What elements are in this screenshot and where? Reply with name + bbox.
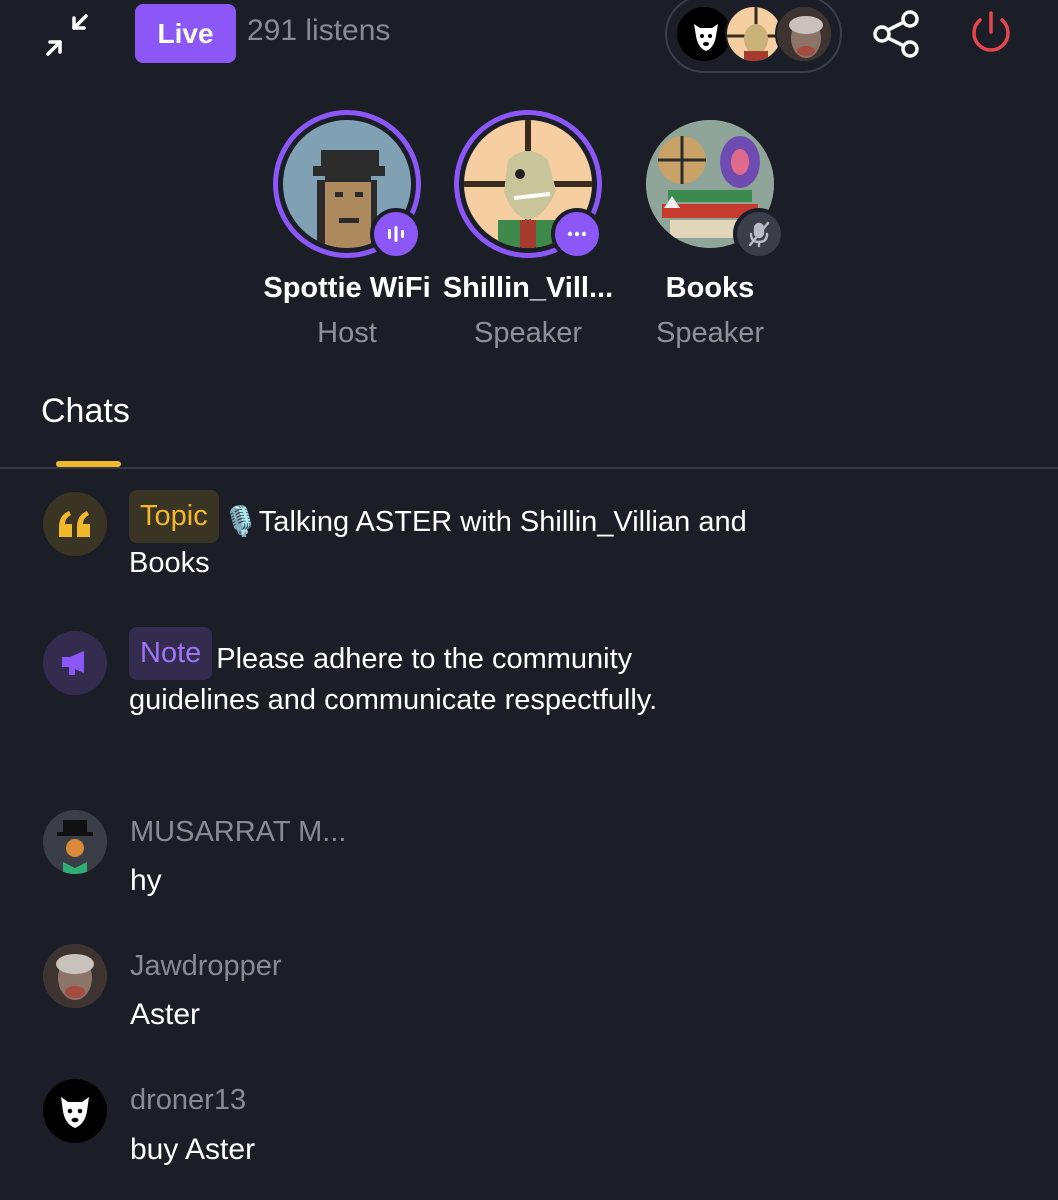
message-username[interactable]: droner13 — [130, 1084, 246, 1117]
more-icon — [567, 231, 587, 237]
message-username[interactable]: MUSARRAT M... — [130, 816, 346, 849]
speaker-books[interactable]: Books Speaker — [615, 110, 805, 360]
topic-message: Topic 🎙️Talking ASTER with Shillin_Villia… — [129, 490, 749, 584]
minimize-icon — [46, 14, 88, 56]
speaking-indicator — [370, 208, 422, 260]
speaker-spottie-wifi[interactable]: Spottie WiFi Host — [252, 110, 442, 360]
listener-avatar-stack[interactable] — [665, 0, 842, 73]
speaker-role: Host — [317, 317, 377, 349]
power-icon — [972, 11, 1010, 52]
avatar[interactable] — [43, 1079, 107, 1143]
message-text: hy — [130, 864, 162, 897]
leave-button[interactable] — [966, 8, 1016, 60]
speaker-name: Books — [665, 272, 755, 304]
message-text: Aster — [130, 998, 201, 1031]
speaker-name: Spottie WiFi — [263, 272, 431, 304]
speaker-name: Shillin_Vill... — [442, 272, 614, 304]
live-label: Live — [157, 17, 214, 49]
topic-text: 🎙️Talking ASTER with Shillin_Villian and… — [129, 506, 747, 579]
share-button[interactable] — [868, 8, 926, 60]
megaphone-icon — [62, 651, 84, 675]
speaker-shillin-villian[interactable]: Shillin_Vill... Speaker — [433, 110, 623, 360]
speaker-role: Speaker — [655, 317, 764, 349]
message-text: buy Aster — [130, 1133, 256, 1166]
speaker-role: Speaker — [473, 317, 582, 349]
tab-chats[interactable]: Chats — [41, 392, 130, 431]
share-icon — [873, 10, 919, 58]
listener-avatar — [775, 5, 833, 63]
topic-icon-circle — [43, 492, 107, 556]
avatar[interactable] — [43, 944, 107, 1008]
speaking-icon — [388, 226, 404, 242]
minimize-button[interactable] — [38, 6, 96, 64]
note-label: Note — [129, 627, 213, 680]
dog-avatar-icon — [61, 1097, 89, 1128]
note-message: Note Please adhere to the community guide… — [129, 627, 749, 721]
message-username[interactable]: Jawdropper — [130, 950, 282, 983]
tab-divider — [0, 467, 1058, 469]
muted-indicator — [733, 208, 785, 260]
mic-off-icon — [748, 221, 770, 248]
live-badge: Live — [135, 4, 236, 63]
listen-count: 291 listens — [247, 14, 391, 47]
note-icon-circle — [43, 631, 107, 695]
quote-icon — [59, 511, 90, 537]
topic-label: Topic — [129, 490, 219, 543]
more-indicator — [551, 208, 603, 260]
avatar[interactable] — [43, 810, 107, 874]
